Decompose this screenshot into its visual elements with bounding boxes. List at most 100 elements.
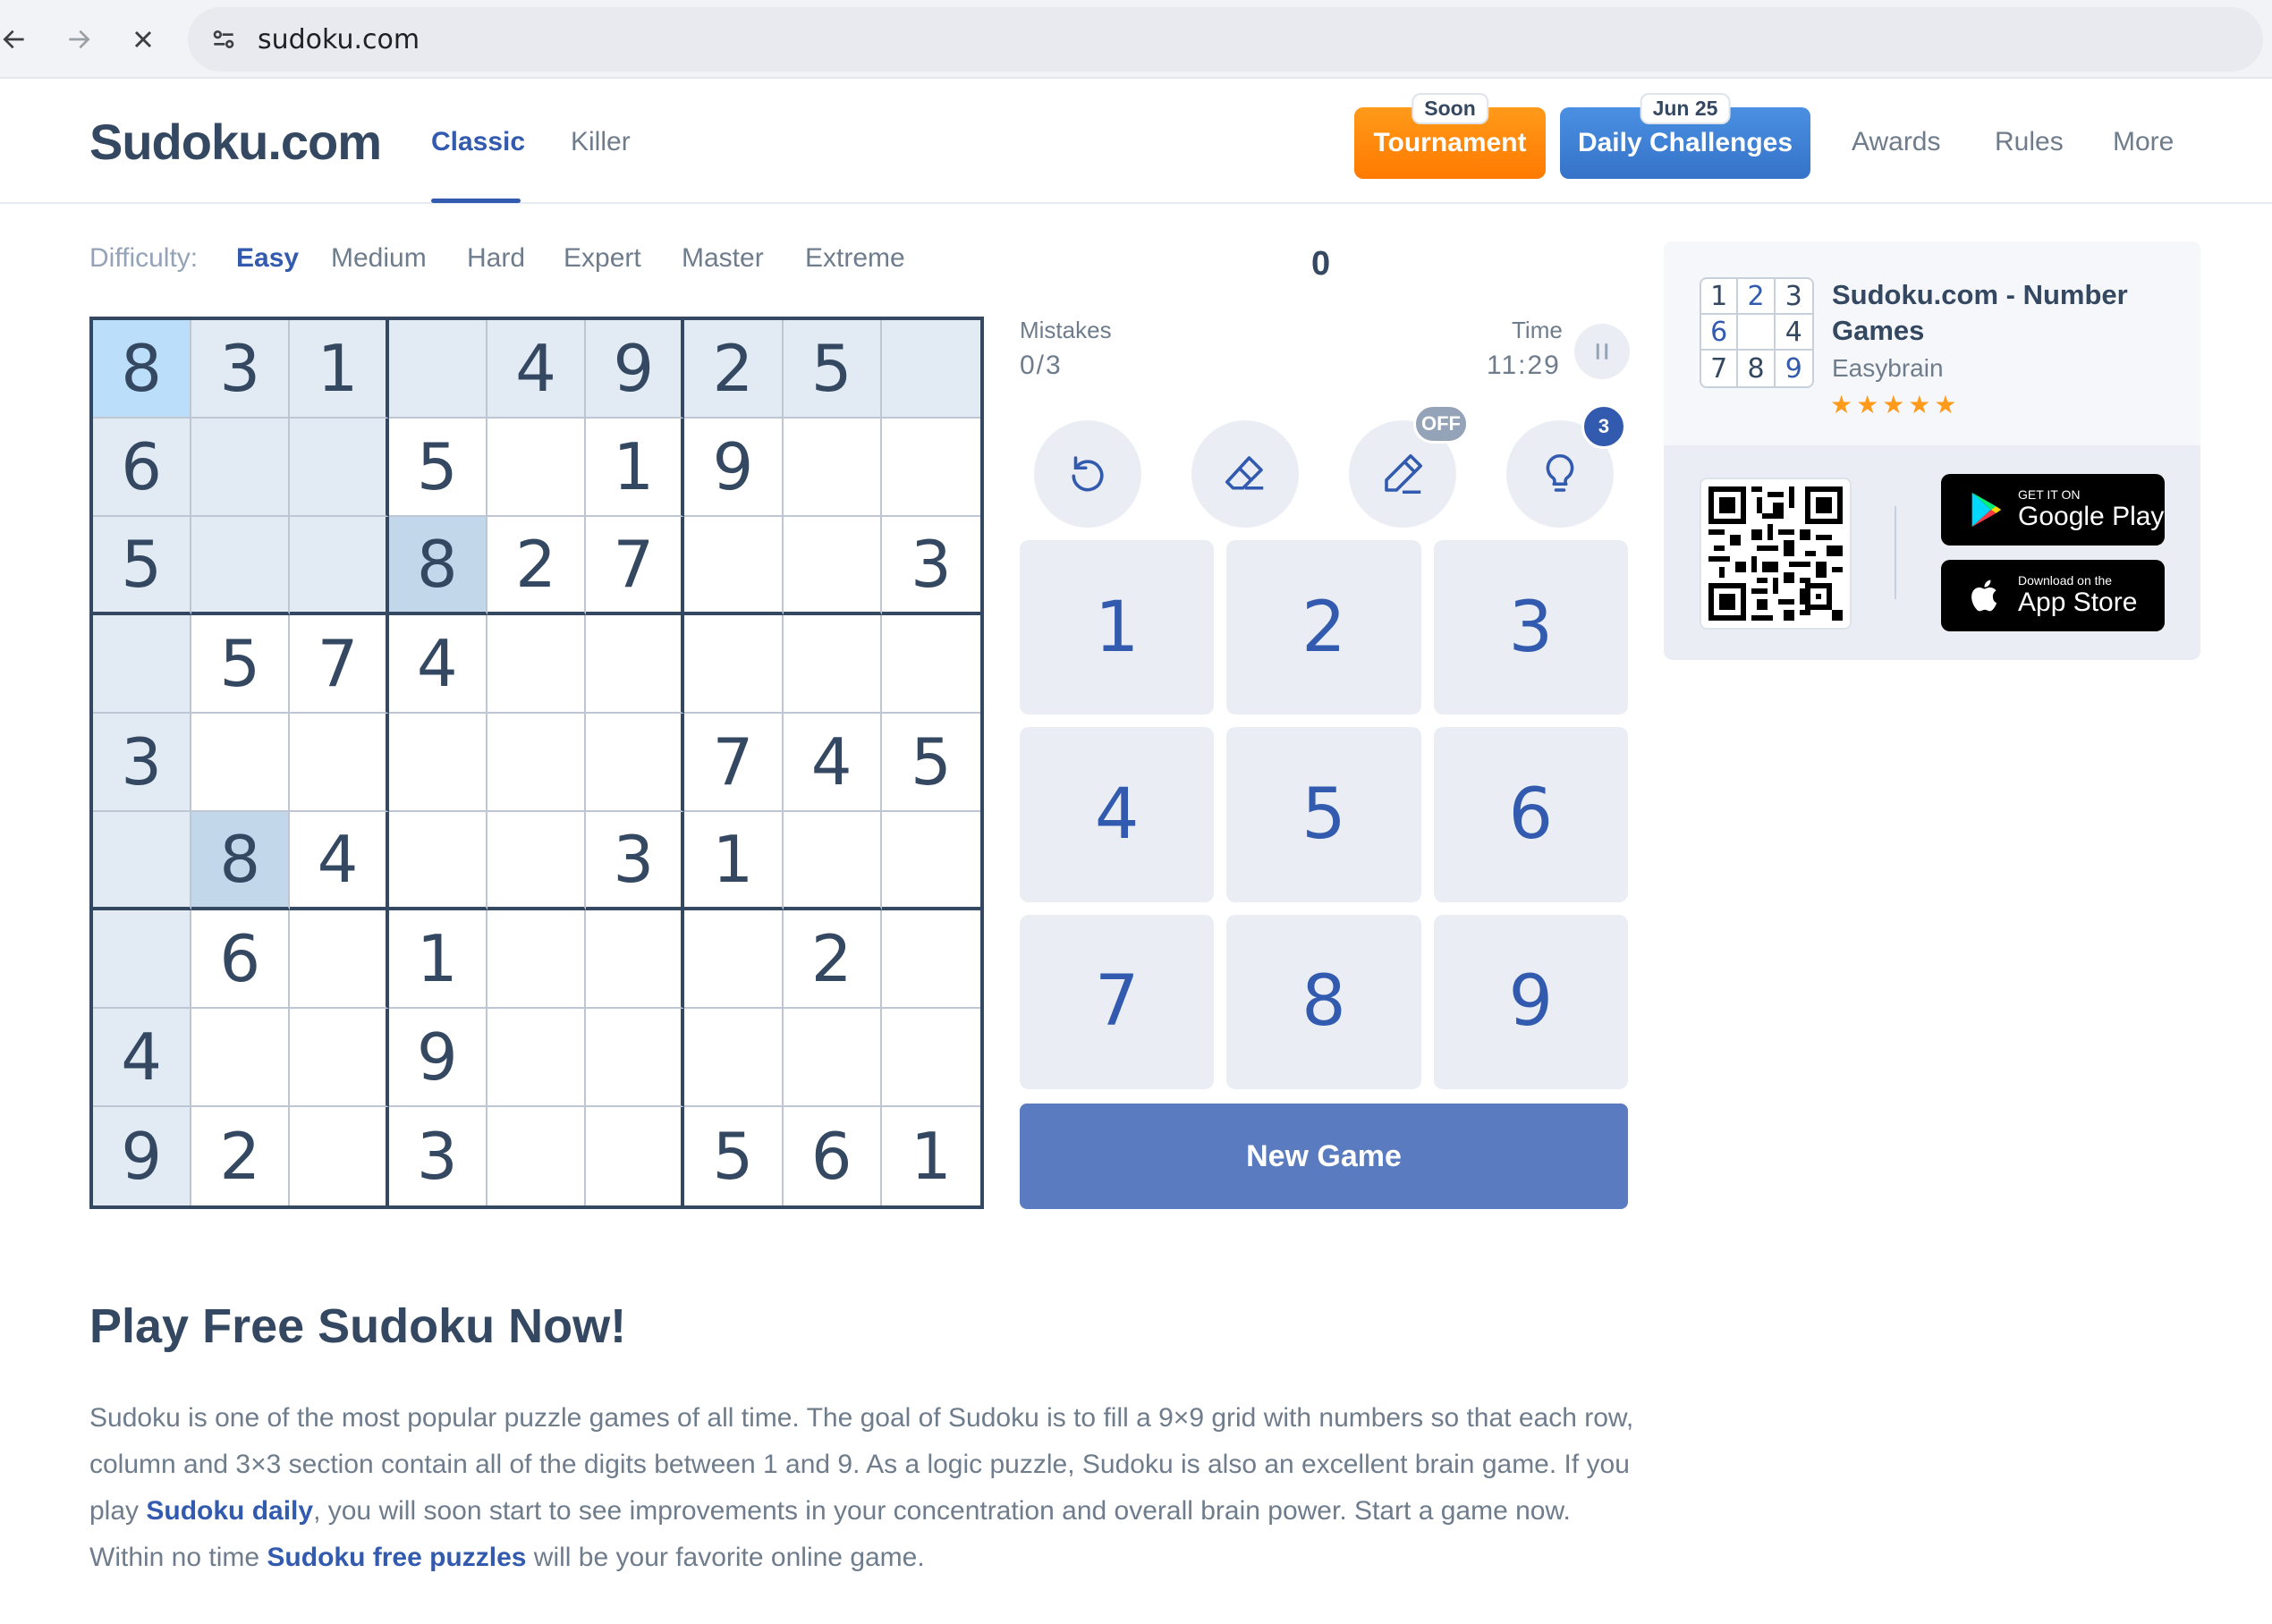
- numpad-key-8[interactable]: 8: [1226, 914, 1421, 1089]
- pause-button[interactable]: [1574, 324, 1630, 379]
- tab-killer[interactable]: Killer: [571, 127, 631, 157]
- sudoku-cell[interactable]: [191, 714, 291, 812]
- sudoku-cell[interactable]: 5: [684, 1107, 784, 1205]
- address-bar[interactable]: sudoku.com: [188, 7, 2263, 72]
- hint-button[interactable]: 3: [1506, 404, 1626, 528]
- sudoku-cell[interactable]: 2: [487, 517, 587, 615]
- sudoku-cell[interactable]: [881, 1009, 980, 1107]
- sudoku-cell[interactable]: 3: [191, 320, 291, 419]
- sudoku-cell[interactable]: [290, 419, 389, 517]
- sudoku-cell[interactable]: [290, 517, 389, 615]
- sudoku-cell[interactable]: 1: [388, 910, 487, 1009]
- sudoku-cell[interactable]: 1: [290, 320, 389, 419]
- nav-awards[interactable]: Awards: [1852, 127, 1941, 157]
- sudoku-cell[interactable]: [93, 615, 192, 714]
- site-logo[interactable]: Sudoku.com: [89, 113, 382, 171]
- stop-loading-button[interactable]: [116, 13, 170, 66]
- app-title[interactable]: Sudoku.com - Number Games: [1832, 277, 2172, 349]
- undo-button[interactable]: [1034, 420, 1141, 528]
- sudoku-cell[interactable]: 9: [586, 320, 685, 419]
- sudoku-cell[interactable]: [881, 419, 980, 517]
- sudoku-cell[interactable]: 3: [881, 517, 980, 615]
- sudoku-cell[interactable]: [684, 517, 784, 615]
- numpad-key-4[interactable]: 4: [1020, 727, 1215, 902]
- sudoku-cell[interactable]: [290, 910, 389, 1009]
- sudoku-cell[interactable]: [586, 615, 685, 714]
- sudoku-cell[interactable]: 2: [684, 320, 784, 419]
- numpad-key-1[interactable]: 1: [1020, 540, 1215, 715]
- sudoku-cell[interactable]: [881, 812, 980, 910]
- sudoku-cell[interactable]: [487, 419, 587, 517]
- sudoku-cell[interactable]: [388, 320, 487, 419]
- sudoku-cell[interactable]: 1: [882, 1107, 980, 1205]
- sudoku-cell[interactable]: 6: [784, 1107, 882, 1205]
- notes-button[interactable]: OFF: [1349, 404, 1469, 528]
- sudoku-cell[interactable]: 8: [93, 320, 192, 419]
- sudoku-cell[interactable]: 4: [93, 1009, 192, 1107]
- back-button[interactable]: [0, 13, 41, 66]
- nav-rules[interactable]: Rules: [1995, 127, 2064, 157]
- difficulty-extreme[interactable]: Extreme: [805, 243, 905, 274]
- sudoku-cell[interactable]: 9: [684, 419, 784, 517]
- sudoku-cell[interactable]: [487, 1009, 587, 1107]
- sudoku-cell[interactable]: [191, 1009, 291, 1107]
- sudoku-cell[interactable]: 4: [783, 714, 882, 812]
- sudoku-cell[interactable]: [783, 517, 882, 615]
- sudoku-cell[interactable]: 6: [191, 910, 291, 1009]
- sudoku-cell[interactable]: [93, 812, 192, 910]
- site-settings-icon[interactable]: [206, 21, 242, 57]
- sudoku-cell[interactable]: [783, 812, 882, 910]
- sudoku-cell[interactable]: [388, 812, 487, 910]
- sudoku-cell[interactable]: [191, 517, 291, 615]
- sudoku-cell[interactable]: 1: [586, 419, 685, 517]
- numpad-key-3[interactable]: 3: [1433, 540, 1628, 715]
- sudoku-cell[interactable]: [684, 615, 784, 714]
- sudoku-daily-link[interactable]: Sudoku daily: [146, 1496, 313, 1526]
- sudoku-cell[interactable]: 5: [783, 320, 882, 419]
- sudoku-cell[interactable]: [191, 419, 291, 517]
- google-play-button[interactable]: GET IT ON Google Play: [1941, 474, 2165, 546]
- sudoku-cell[interactable]: [290, 1107, 389, 1205]
- sudoku-cell[interactable]: [586, 910, 685, 1009]
- sudoku-cell[interactable]: 3: [586, 812, 685, 910]
- sudoku-cell[interactable]: 5: [93, 517, 192, 615]
- sudoku-cell[interactable]: [684, 1009, 784, 1107]
- numpad-key-7[interactable]: 7: [1020, 914, 1215, 1089]
- sudoku-cell[interactable]: 8: [191, 812, 291, 910]
- sudoku-cell[interactable]: [487, 812, 587, 910]
- sudoku-cell[interactable]: 4: [388, 615, 487, 714]
- sudoku-cell[interactable]: [881, 320, 980, 419]
- sudoku-cell[interactable]: [487, 910, 587, 1009]
- sudoku-cell[interactable]: 3: [389, 1107, 487, 1205]
- erase-button[interactable]: [1191, 420, 1299, 528]
- numpad-key-5[interactable]: 5: [1226, 727, 1421, 902]
- new-game-button[interactable]: New Game: [1020, 1104, 1628, 1209]
- sudoku-cell[interactable]: [290, 1009, 389, 1107]
- difficulty-easy[interactable]: Easy: [236, 243, 299, 274]
- numpad-key-9[interactable]: 9: [1433, 914, 1628, 1089]
- sudoku-cell[interactable]: 9: [93, 1107, 192, 1205]
- difficulty-medium[interactable]: Medium: [331, 243, 427, 274]
- sudoku-cell[interactable]: [783, 1009, 882, 1107]
- sudoku-cell[interactable]: [881, 615, 980, 714]
- sudoku-cell[interactable]: [881, 910, 980, 1009]
- app-icon[interactable]: 12364 789: [1700, 277, 1814, 388]
- sudoku-cell[interactable]: 7: [586, 517, 685, 615]
- sudoku-cell[interactable]: 3: [93, 714, 192, 812]
- sudoku-cell[interactable]: 9: [388, 1009, 487, 1107]
- difficulty-master[interactable]: Master: [682, 243, 764, 274]
- sudoku-cell[interactable]: 4: [487, 320, 587, 419]
- sudoku-cell[interactable]: [388, 714, 487, 812]
- sudoku-cell[interactable]: [586, 1009, 685, 1107]
- difficulty-expert[interactable]: Expert: [564, 243, 641, 274]
- sudoku-cell[interactable]: 5: [388, 419, 487, 517]
- sudoku-cell[interactable]: 4: [290, 812, 389, 910]
- sudoku-cell[interactable]: [586, 714, 685, 812]
- numpad-key-2[interactable]: 2: [1226, 540, 1421, 715]
- sudoku-cell[interactable]: [684, 910, 784, 1009]
- daily-challenges-button[interactable]: Jun 25 Daily Challenges: [1560, 93, 1810, 179]
- sudoku-cell[interactable]: 7: [290, 615, 389, 714]
- sudoku-cell[interactable]: 6: [93, 419, 192, 517]
- sudoku-cell[interactable]: 5: [881, 714, 980, 812]
- sudoku-cell[interactable]: [93, 910, 192, 1009]
